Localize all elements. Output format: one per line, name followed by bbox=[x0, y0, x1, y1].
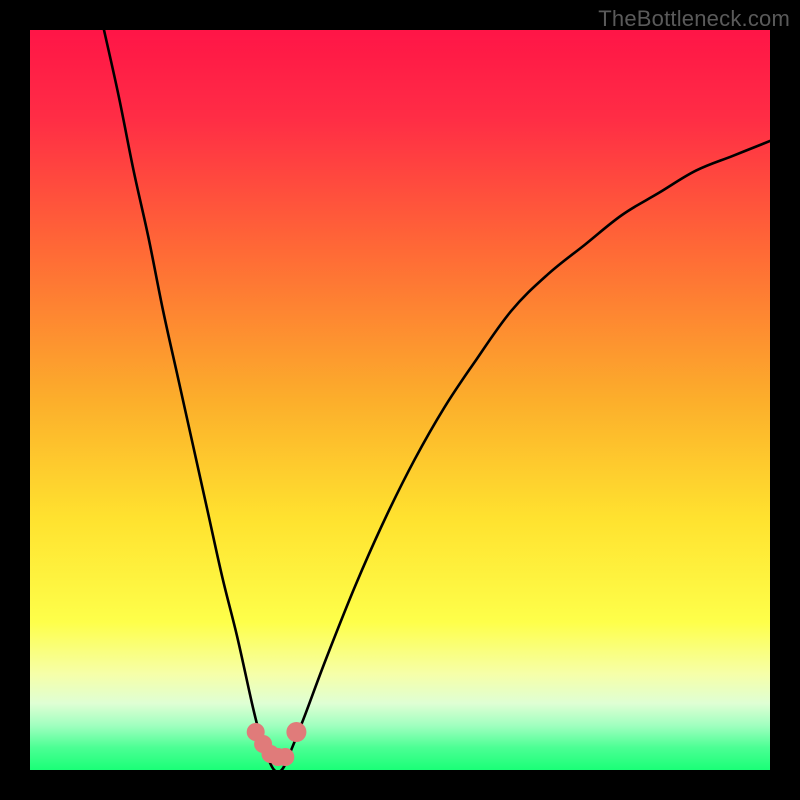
marker-dot bbox=[286, 722, 306, 742]
chart-frame: TheBottleneck.com bbox=[0, 0, 800, 800]
plot-area bbox=[30, 30, 770, 770]
marker-dot bbox=[276, 748, 294, 766]
watermark-text: TheBottleneck.com bbox=[598, 6, 790, 32]
markers bbox=[30, 30, 770, 770]
